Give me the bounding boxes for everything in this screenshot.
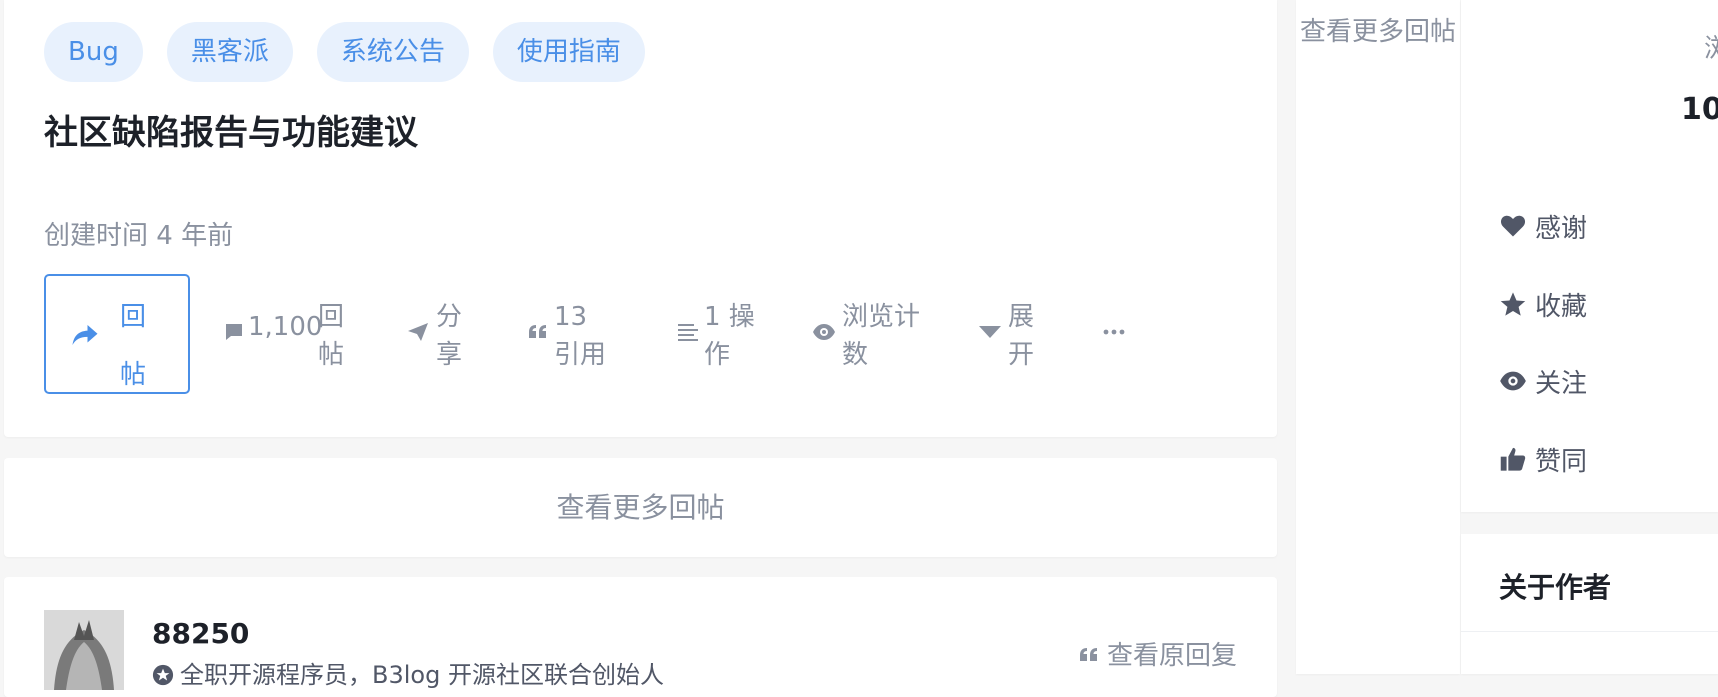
sidebar-peek-count: 10 (1681, 92, 1718, 127)
operations-action[interactable]: 1 操作 (676, 298, 766, 378)
middle-column: 查看更多回帖 (1296, 0, 1460, 674)
eye-icon (813, 324, 835, 340)
quote-label: 13 引用 (554, 302, 607, 370)
list-icon (678, 324, 698, 341)
operations-label: 1 操作 (704, 302, 755, 370)
thumbs-up-icon (1500, 447, 1526, 471)
ellipsis-icon (1103, 329, 1125, 335)
share-label: 分享 (436, 302, 463, 370)
quote-icon (529, 325, 546, 338)
favorite-button[interactable]: 收藏 (1499, 284, 1587, 324)
reply-username[interactable]: 88250 (152, 617, 249, 650)
sidebar-actions-card: 浏 10 感谢 收藏 关注 赞同 (1461, 0, 1718, 512)
quote-action[interactable]: 13 引用 (526, 298, 626, 378)
badge-icon (152, 664, 174, 686)
avatar-image (44, 610, 124, 690)
tag-bug[interactable]: Bug (44, 22, 143, 82)
share-action[interactable]: 分享 (406, 298, 476, 378)
upvote-label: 赞同 (1535, 446, 1588, 477)
favorite-label: 收藏 (1535, 291, 1588, 322)
expand-action[interactable]: 展开 (978, 298, 1048, 378)
follow-button[interactable]: 关注 (1499, 361, 1587, 401)
reply-count-label: 回帖 (318, 302, 345, 370)
post-action-bar: 回帖 1,100 回帖 分享 13 引用 1 操作 浏览计数 展开 (44, 274, 1244, 397)
expand-label: 展开 (1008, 302, 1035, 370)
avatar[interactable] (44, 610, 124, 690)
reply-arrow-icon (72, 325, 98, 345)
reply-user-bio: 全职开源程序员，B3log 开源社区联合创始人 (152, 655, 664, 690)
view-original-reply-link[interactable]: 查看原回复 (1077, 635, 1237, 672)
heart-icon (1500, 215, 1526, 237)
about-author-card: 关于作者 (1461, 534, 1718, 674)
views-label: 浏览计数 (842, 302, 921, 370)
send-icon (408, 323, 428, 341)
more-options-button[interactable] (1102, 298, 1142, 378)
upvote-button[interactable]: 赞同 (1499, 439, 1587, 479)
thank-label: 感谢 (1535, 213, 1588, 244)
views-action[interactable]: 浏览计数 (812, 298, 932, 378)
post-title: 社区缺陷报告与功能建议 (44, 113, 418, 153)
thank-button[interactable]: 感谢 (1499, 206, 1587, 246)
comment-icon (226, 324, 242, 340)
follow-label: 关注 (1535, 368, 1588, 399)
tag-system-notice[interactable]: 系统公告 (316, 22, 469, 82)
about-author-title: 关于作者 (1499, 571, 1612, 604)
caret-down-icon (979, 326, 1001, 338)
mid-view-more-replies-link[interactable]: 查看更多回帖 (1296, 10, 1460, 54)
quote-icon (1079, 648, 1097, 661)
tag-hacker[interactable]: 黑客派 (166, 22, 293, 82)
star-icon (1500, 292, 1526, 316)
reply-card: 88250 全职开源程序员，B3log 开源社区联合创始人 查看原回复 (4, 577, 1277, 697)
divider (1461, 631, 1718, 632)
sidebar-peek-label: 浏 (1704, 34, 1718, 64)
reply-user-bio-text: 全职开源程序员，B3log 开源社区联合创始人 (180, 661, 664, 689)
reply-count-value: 1,100 (248, 312, 323, 342)
view-more-replies-button[interactable]: 查看更多回帖 (4, 458, 1277, 557)
post-card: Bug 黑客派 系统公告 使用指南 社区缺陷报告与功能建议 创建时间 4 年前 … (4, 0, 1277, 437)
reply-count-action[interactable]: 1,100 回帖 (222, 298, 352, 378)
post-created-time: 创建时间 4 年前 (44, 221, 234, 251)
tag-list: Bug 黑客派 系统公告 使用指南 (44, 22, 645, 82)
reply-button[interactable]: 回帖 (44, 274, 190, 394)
reply-button-label: 回帖 (119, 302, 146, 390)
eye-icon (1500, 371, 1526, 391)
tag-guide[interactable]: 使用指南 (492, 22, 645, 82)
view-original-reply-label: 查看原回复 (1106, 641, 1237, 671)
